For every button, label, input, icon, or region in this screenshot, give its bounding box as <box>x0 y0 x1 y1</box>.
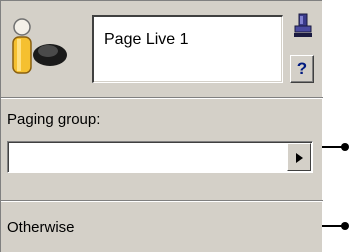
stamp-icon[interactable] <box>294 13 312 39</box>
output-connector-icon[interactable] <box>322 142 350 152</box>
otherwise-label: Otherwise <box>7 219 75 236</box>
chevron-right-icon <box>296 153 303 163</box>
section-divider <box>1 97 323 99</box>
help-button[interactable]: ? <box>290 55 314 83</box>
node-title-field[interactable]: Page Live 1 <box>92 15 283 83</box>
paging-group-label: Paging group: <box>7 111 101 128</box>
person-speaker-icon <box>12 18 67 74</box>
node-title: Page Live 1 <box>104 31 189 48</box>
section-divider <box>1 200 323 202</box>
dropdown-button[interactable] <box>287 143 311 171</box>
output-connector-icon[interactable] <box>322 221 350 231</box>
paging-group-dropdown[interactable] <box>7 141 313 173</box>
page-live-node: Page Live 1 ? Paging group: Otherwise <box>0 0 323 252</box>
